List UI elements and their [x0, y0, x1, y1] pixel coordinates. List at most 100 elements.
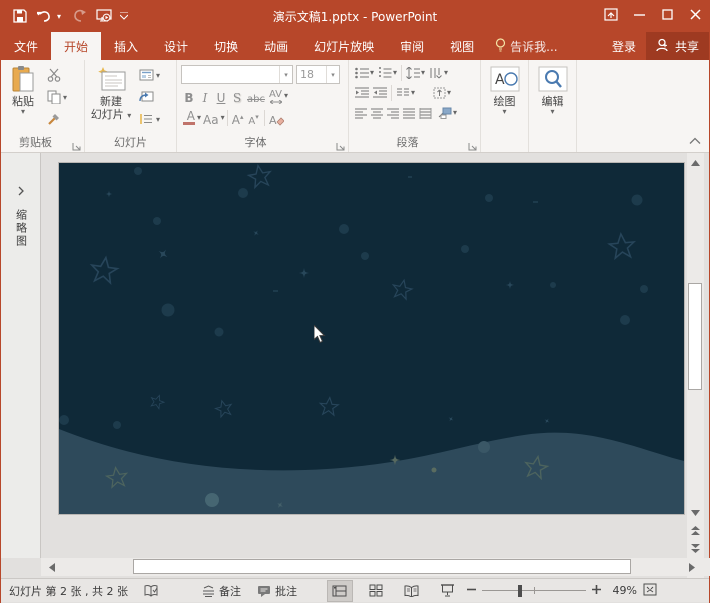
columns-button[interactable]: ▾ — [394, 87, 417, 99]
numbering-button[interactable]: ▾ — [376, 67, 399, 79]
justify-icon — [403, 108, 415, 119]
bullets-button[interactable]: ▾ — [353, 67, 376, 79]
zoom-in-button[interactable] — [592, 584, 601, 597]
zoom-slider[interactable] — [482, 585, 586, 597]
clipboard-dialog-launcher[interactable] — [72, 140, 81, 149]
comments-button[interactable]: 批注 — [249, 579, 305, 602]
minimize-button[interactable] — [625, 0, 653, 32]
save-button[interactable] — [9, 5, 31, 27]
tab-file[interactable]: 文件 — [1, 32, 51, 60]
editing-button[interactable]: 编辑 ▾ — [531, 63, 575, 152]
next-slide-button[interactable] — [687, 541, 704, 557]
font-size-combobox[interactable]: 18 ▾ — [296, 65, 340, 84]
zoom-slider-thumb[interactable] — [518, 585, 522, 597]
slide-number-indicator[interactable]: 幻灯片 第 2 张 , 共 2 张 — [1, 579, 136, 602]
chevron-down-icon: ▾ — [502, 108, 506, 116]
start-slideshow-button[interactable] — [93, 5, 115, 27]
slideshow-view-button[interactable] — [435, 580, 461, 602]
tab-insert[interactable]: 插入 — [101, 32, 151, 60]
underline-button[interactable]: U — [213, 87, 229, 105]
tab-home[interactable]: 开始 — [51, 32, 101, 60]
strikethrough-button[interactable]: abc — [245, 87, 267, 105]
cut-button[interactable] — [45, 67, 69, 85]
view-shortcuts — [327, 580, 461, 602]
grow-font-button[interactable]: A▴ — [230, 109, 246, 127]
font-color-button[interactable]: A — [181, 109, 197, 127]
clear-formatting-button[interactable]: A — [267, 109, 286, 127]
vertical-scrollbar[interactable] — [687, 153, 704, 578]
zoom-slider-center-tick — [534, 587, 535, 594]
convert-smartart-button[interactable]: ▾ — [436, 107, 459, 119]
close-button[interactable] — [681, 0, 709, 32]
decrease-indent-button[interactable] — [353, 87, 371, 99]
scroll-right-button[interactable] — [684, 559, 700, 575]
increase-indent-button[interactable] — [371, 87, 389, 99]
scroll-left-button[interactable] — [44, 559, 60, 575]
vertical-scroll-thumb[interactable] — [688, 283, 702, 390]
align-text-button[interactable]: ▾ — [431, 87, 453, 99]
redo-button[interactable] — [69, 5, 91, 27]
tab-view[interactable]: 视图 — [437, 32, 487, 60]
sign-in-button[interactable]: 登录 — [602, 32, 646, 60]
drawing-icon: A — [490, 66, 520, 95]
horizontal-scrollbar[interactable] — [41, 558, 703, 576]
status-bar: 幻灯片 第 2 张 , 共 2 张 备注 批注 — [1, 578, 709, 602]
share-button[interactable]: 共享 — [646, 32, 709, 60]
scrollbar-corner — [703, 558, 710, 576]
align-right-button[interactable] — [385, 108, 401, 119]
tab-slideshow[interactable]: 幻灯片放映 — [301, 32, 387, 60]
thumbnail-pane-collapsed[interactable]: 缩略图 — [1, 153, 41, 558]
bold-button[interactable]: B — [181, 87, 197, 105]
layout-button[interactable]: ▾ — [137, 67, 162, 85]
zoom-percentage[interactable]: 49% — [607, 584, 637, 597]
format-painter-button[interactable] — [45, 111, 69, 129]
font-dialog-launcher[interactable] — [336, 140, 345, 149]
tell-me-label: 告诉我... — [510, 38, 557, 55]
drawing-button[interactable]: A 绘图 ▾ — [483, 63, 527, 152]
title-bar: ▾ 演示文稿1.pptx - PowerPoint — [1, 0, 709, 32]
line-spacing-button[interactable]: ▾ — [404, 67, 427, 79]
scroll-down-button[interactable] — [687, 505, 704, 521]
distribute-button[interactable] — [417, 108, 434, 119]
text-direction-button[interactable]: ▾ — [427, 67, 450, 79]
undo-button[interactable] — [33, 5, 55, 27]
text-shadow-button[interactable]: S — [229, 87, 245, 105]
align-center-button[interactable] — [369, 108, 385, 119]
normal-view-button[interactable] — [327, 580, 353, 602]
tab-animations[interactable]: 动画 — [251, 32, 301, 60]
scroll-up-button[interactable] — [687, 155, 704, 171]
slide-sorter-view-button[interactable] — [363, 580, 389, 602]
horizontal-scroll-thumb[interactable] — [133, 559, 631, 574]
notes-button[interactable]: 备注 — [194, 579, 249, 602]
maximize-button[interactable] — [653, 0, 681, 32]
tab-transitions[interactable]: 切换 — [201, 32, 251, 60]
reading-view-button[interactable] — [399, 580, 425, 602]
zoom-out-button[interactable] — [467, 584, 476, 597]
qat-customize-button[interactable] — [117, 5, 131, 27]
previous-slide-button[interactable] — [687, 523, 704, 539]
tell-me-box[interactable]: 告诉我... — [487, 32, 565, 60]
tabrow-spacer — [566, 32, 602, 60]
spell-check-button[interactable] — [136, 579, 166, 602]
align-left-button[interactable] — [353, 108, 369, 119]
change-case-button[interactable]: Aa — [201, 109, 221, 127]
fit-slide-to-window-button[interactable] — [643, 583, 657, 599]
italic-button[interactable]: I — [197, 87, 213, 105]
copy-button[interactable]: ▾ — [45, 89, 69, 107]
font-name-combobox[interactable]: ▾ — [181, 65, 293, 84]
ribbon-display-options-button[interactable] — [597, 0, 625, 32]
undo-dropdown[interactable]: ▾ — [57, 5, 67, 27]
paragraph-dialog-launcher[interactable] — [468, 140, 477, 149]
double-chevron-up-icon — [691, 526, 700, 536]
collapse-ribbon-button[interactable] — [689, 134, 701, 148]
paragraph-group-label: 段落 — [349, 134, 466, 150]
tab-review[interactable]: 审阅 — [387, 32, 437, 60]
section-button[interactable]: ▾ — [137, 111, 162, 129]
reset-slide-button[interactable] — [137, 89, 162, 107]
tab-design[interactable]: 设计 — [151, 32, 201, 60]
expand-pane-icon[interactable] — [17, 185, 25, 199]
justify-button[interactable] — [401, 108, 417, 119]
character-spacing-button[interactable]: AV — [267, 87, 284, 105]
shrink-font-button[interactable]: A▾ — [246, 109, 262, 127]
slide-canvas[interactable] — [58, 162, 685, 515]
